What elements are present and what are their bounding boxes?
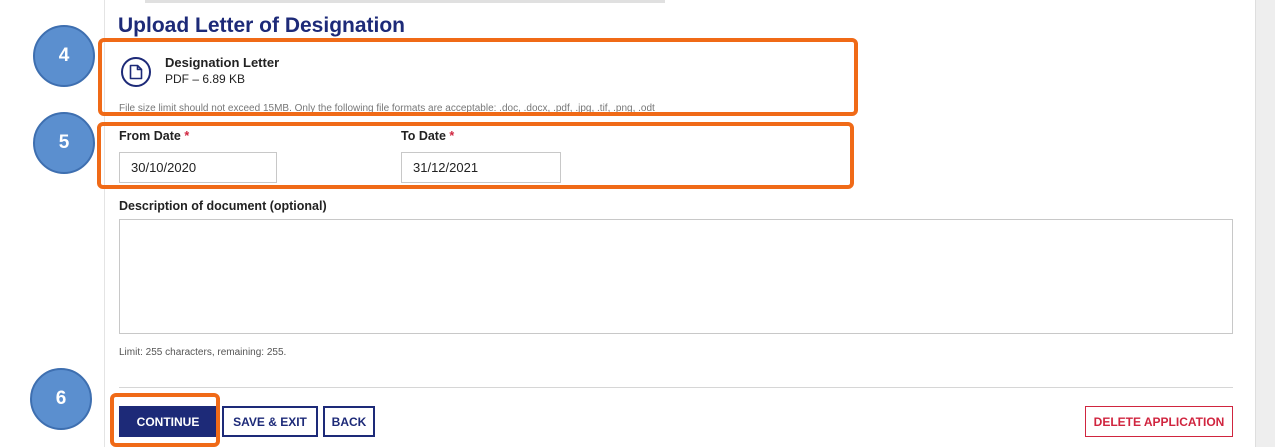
back-button[interactable]: BACK [323, 406, 375, 437]
character-limit-text: Limit: 255 characters, remaining: 255. [119, 347, 287, 358]
step-badge-5: 5 [33, 112, 95, 174]
description-label: Description of document (optional) [119, 199, 327, 213]
step-badge-6: 6 [30, 368, 92, 430]
callout-box-continue [110, 393, 220, 447]
callout-box-dates [97, 122, 854, 189]
page-scroll-gutter [1255, 0, 1275, 447]
save-exit-button[interactable]: SAVE & EXIT [222, 406, 318, 437]
description-textarea[interactable] [119, 219, 1233, 334]
section-title: Upload Letter of Designation [118, 14, 406, 37]
cut-off-header-strip [145, 0, 665, 3]
step-badge-4: 4 [33, 25, 95, 87]
actions-divider [119, 387, 1233, 388]
callout-box-upload [98, 38, 858, 116]
delete-application-button[interactable]: DELETE APPLICATION [1085, 406, 1233, 437]
